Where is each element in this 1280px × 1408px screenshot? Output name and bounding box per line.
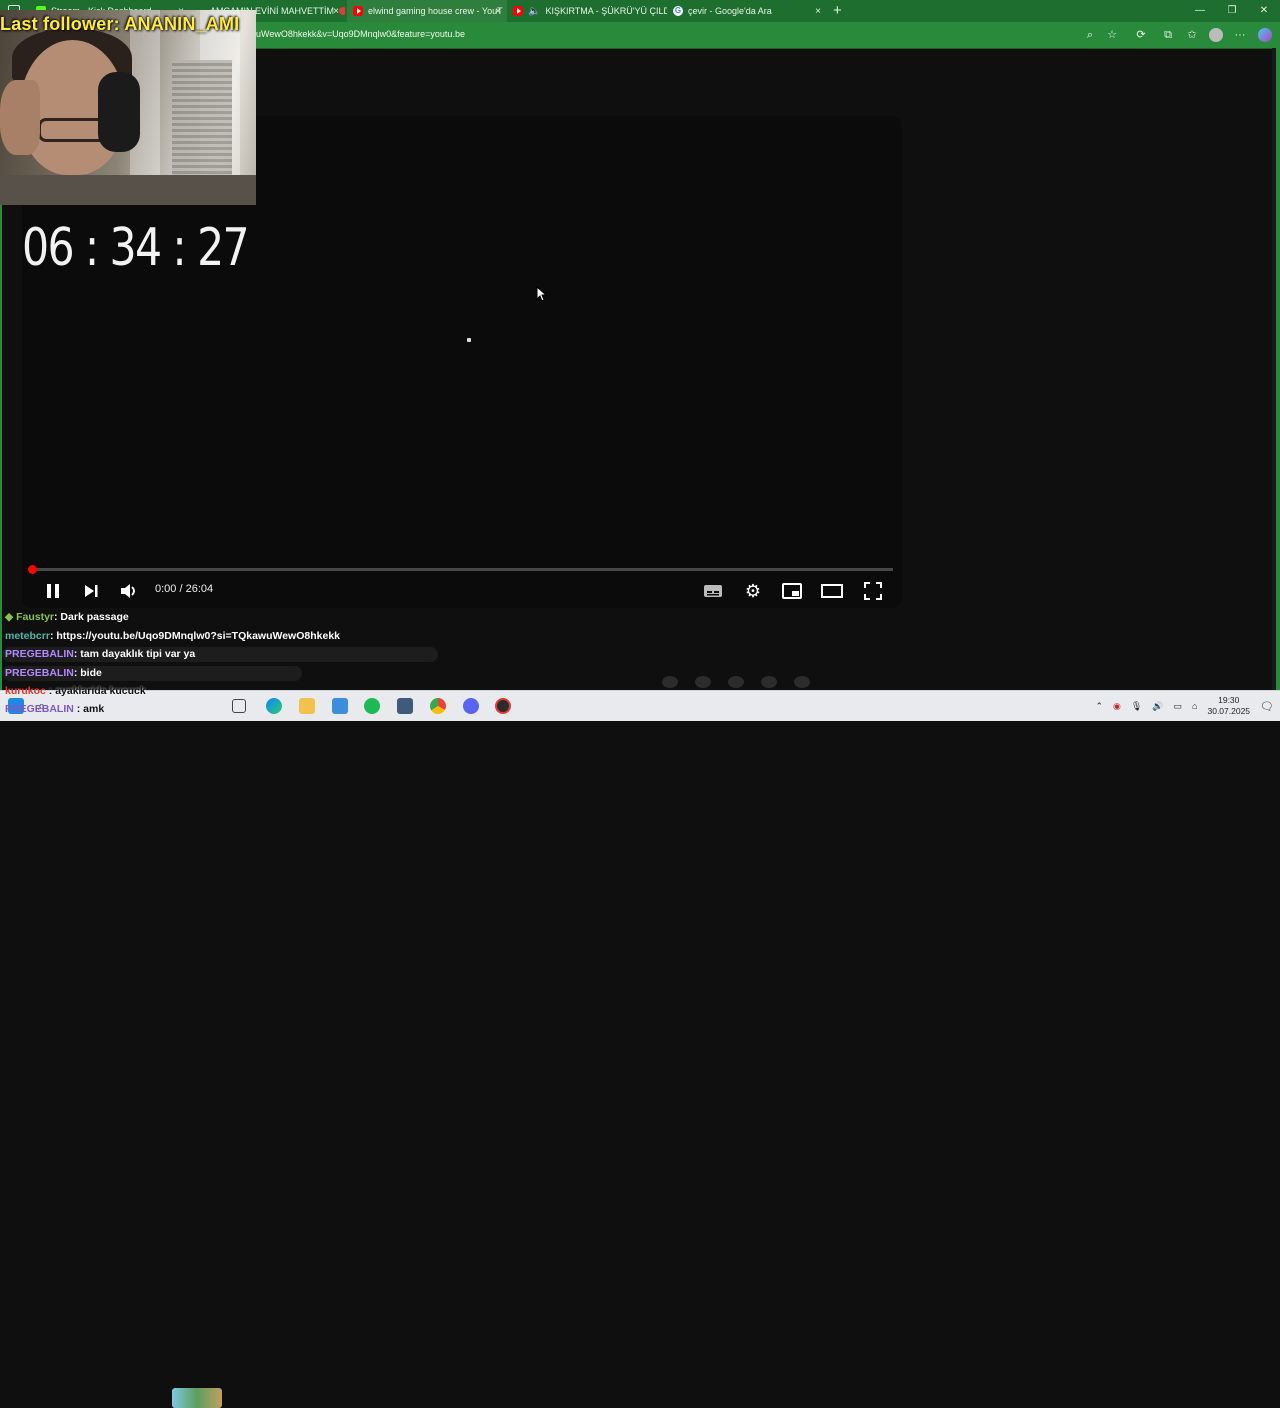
chat-text: : Dark passage <box>54 611 129 624</box>
extensions-icon[interactable]: ⟳ <box>1134 28 1148 42</box>
gear-icon: ⚙ <box>744 580 762 601</box>
zoom-icon[interactable]: ⌕ <box>1083 28 1097 42</box>
star-icon[interactable]: ☆ <box>1105 28 1119 42</box>
time-display: 0:00 / 26:04 <box>155 583 214 595</box>
tab-kiskirtma[interactable]: 🔈 KIŞKIRTMA - ŞÜKRÜ'YÜ ÇILDI <box>507 0 667 22</box>
progress-bar[interactable] <box>32 568 893 571</box>
restore-icon[interactable]: ❐ <box>1216 0 1248 22</box>
tab-elwind[interactable]: elwind gaming house crew - YouT × <box>347 0 507 22</box>
webcam-overlay <box>0 10 256 205</box>
close-tab-icon[interactable]: × <box>333 6 339 17</box>
chat-username: kurukoc <box>5 685 46 697</box>
volume-icon <box>121 584 135 598</box>
antivirus-icon[interactable]: ◉ <box>1113 701 1121 712</box>
window-controls: — ❐ ✕ <box>1184 0 1280 22</box>
tab-google-search[interactable]: G çevir - Google'da Ara × <box>667 0 827 22</box>
chat-username: PREGEBALIN <box>5 648 74 661</box>
discord-icon[interactable] <box>463 698 479 714</box>
speaker-icon[interactable]: 🔈 <box>528 6 540 17</box>
minimize-icon[interactable]: — <box>1184 0 1216 22</box>
chat-message: ◆ Faustyr : Dark passage <box>2 608 462 627</box>
pause-button[interactable] <box>42 581 64 601</box>
chat-message: PREGEBALIN : bide <box>2 664 462 683</box>
chat-text: : tam dayaklık tipi var ya <box>73 648 196 661</box>
chat-message: PREGEBALIN : tam dayaklık tipi var ya <box>2 645 462 664</box>
loading-indicator <box>467 338 471 342</box>
miniplayer-icon <box>782 583 802 599</box>
carousel-dots <box>662 676 810 688</box>
chat-username: PREGEBALIN <box>5 666 74 679</box>
chat-message: kurukoc : ayaklarida kucuck <box>5 685 146 697</box>
chat-username: PREGEBALIN <box>5 703 74 715</box>
chat-overlay: ◆ Faustyr : Dark passage metebcrr : http… <box>2 608 462 682</box>
notification-icon[interactable]: 🗨 <box>1260 700 1274 713</box>
player-controls: 0:00 / 26:04 ⚙ <box>22 575 902 607</box>
chevron-up-icon[interactable]: ⌃ <box>1095 701 1103 712</box>
verified-badge-icon: ◆ <box>5 611 14 624</box>
system-tray: ⌃ ◉ 🎙 🔊 ▭ ⌂ 19:30 30.07.2025 🗨 <box>1095 691 1274 721</box>
stream-timer: 06 : 34 : 27 <box>22 218 250 278</box>
settings-button[interactable]: ⚙ <box>742 581 764 601</box>
window-border-right <box>1276 48 1280 690</box>
youtube-icon <box>353 6 363 16</box>
chat-text: : ayaklarida kucuck <box>45 685 146 697</box>
chat-text: : amk <box>73 703 105 715</box>
chat-message: PREGEBALIN : amk <box>5 703 104 715</box>
miniplayer-button[interactable] <box>781 581 803 601</box>
battery-icon[interactable]: ▭ <box>1174 701 1183 712</box>
new-tab-button[interactable]: + <box>833 2 842 19</box>
chat-username: Faustyr <box>16 611 55 624</box>
theater-mode-icon <box>821 584 843 598</box>
mouse-cursor-icon <box>536 286 546 302</box>
next-button[interactable] <box>80 581 102 601</box>
recording-icon <box>339 7 345 15</box>
subtitles-icon <box>704 585 722 597</box>
close-tab-icon[interactable]: × <box>815 6 821 17</box>
edge-icon[interactable] <box>266 698 282 714</box>
progress-scrubber[interactable] <box>28 565 37 574</box>
close-window-icon[interactable]: ✕ <box>1248 0 1280 22</box>
calculator-icon[interactable] <box>397 698 413 714</box>
theater-mode-button[interactable] <box>821 581 843 601</box>
windows-taskbar: ⌕ ⌃ ◉ 🎙 🔊 ▭ ⌂ 19:30 30.07.2025 🗨 <box>0 690 1280 1408</box>
fullscreen-icon <box>864 582 882 600</box>
speaker-icon[interactable]: 🔊 <box>1152 701 1163 712</box>
more-icon[interactable]: ··· <box>1233 28 1247 42</box>
clock[interactable]: 19:30 30.07.2025 <box>1207 695 1250 717</box>
chat-text: : bide <box>73 666 102 679</box>
pause-icon <box>47 584 59 598</box>
weather-widget[interactable] <box>172 1388 222 1408</box>
chrome-icon[interactable] <box>430 698 446 714</box>
file-explorer-icon[interactable] <box>299 698 315 714</box>
close-tab-icon[interactable]: × <box>495 6 501 17</box>
microphone-icon[interactable]: 🎙 <box>1131 701 1142 712</box>
profile-avatar[interactable] <box>1209 28 1223 42</box>
youtube-icon <box>513 6 523 16</box>
chat-message: metebcrr : https://youtu.be/Uqo9DMnqlw0?… <box>2 627 462 646</box>
chat-username: metebcrr <box>5 629 50 642</box>
spotify-icon[interactable] <box>364 698 380 714</box>
split-screen-icon[interactable]: ⧉ <box>1161 28 1175 42</box>
volume-button[interactable] <box>118 581 140 601</box>
skip-next-icon <box>85 585 98 597</box>
url-field[interactable]: uWewO8hkekk&v=Uqo9DMnqlw0&feature=youtu.… <box>256 29 465 39</box>
task-view-icon[interactable] <box>232 699 246 713</box>
obs-icon[interactable] <box>495 698 511 714</box>
subtitles-button[interactable] <box>702 581 724 601</box>
network-icon[interactable]: ⌂ <box>1192 701 1197 711</box>
fullscreen-button[interactable] <box>862 581 884 601</box>
last-follower-label: Last follower: ANANIN_AMI <box>0 14 240 34</box>
google-icon: G <box>673 6 683 16</box>
favorites-icon[interactable]: ✩ <box>1185 28 1199 42</box>
chat-text: : https://youtu.be/Uqo9DMnqlw0?si=TQkawu… <box>49 629 341 642</box>
copilot-icon[interactable] <box>1258 28 1272 42</box>
store-icon[interactable] <box>332 698 348 714</box>
